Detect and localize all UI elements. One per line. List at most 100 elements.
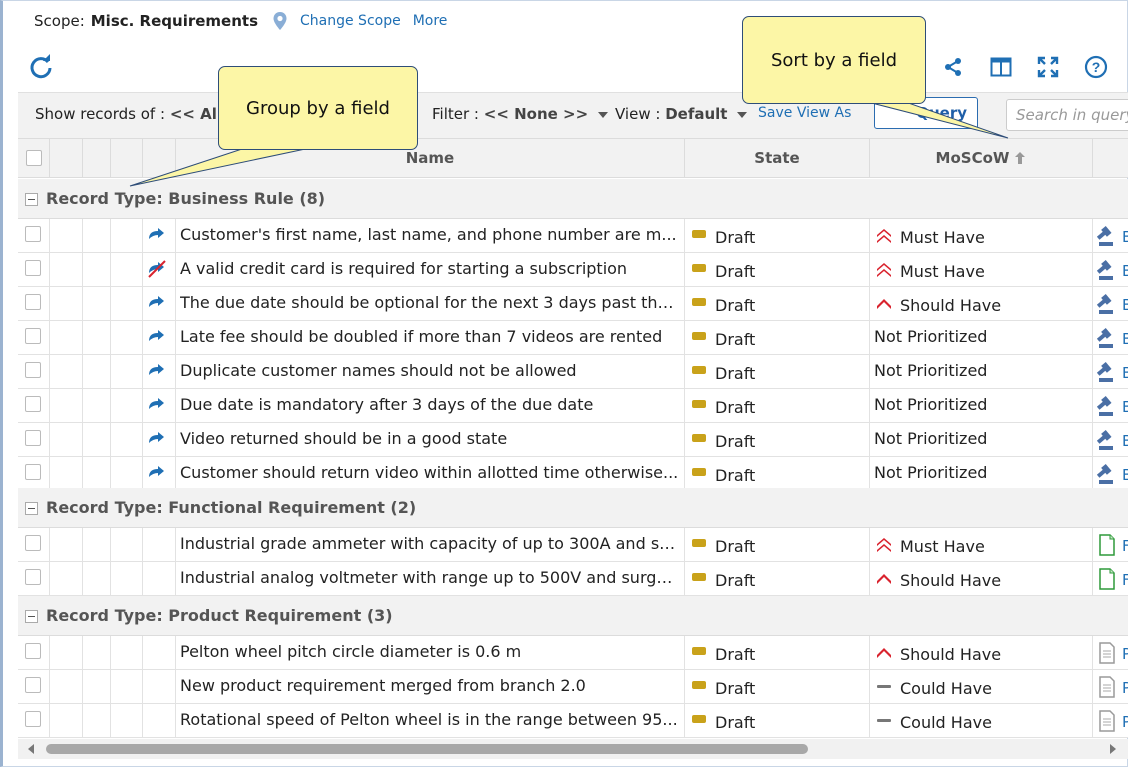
group-row[interactable]: Record Type: Product Requirement (3) [18, 596, 1128, 636]
row-checkbox[interactable] [25, 294, 41, 310]
priority-icon [876, 295, 892, 311]
record-type-link[interactable]: F [1122, 537, 1128, 555]
record-name[interactable]: Pelton wheel pitch circle diameter is 0.… [180, 642, 682, 661]
record-type-link[interactable]: B [1122, 228, 1128, 246]
view-dropdown[interactable]: View : Default [615, 105, 748, 123]
draft-state-icon [692, 715, 706, 723]
record-type-link[interactable]: P [1122, 679, 1128, 697]
record-moscow: Should Have [900, 296, 1002, 315]
record-name[interactable]: Video returned should be in a good state [180, 429, 682, 448]
draft-state-icon [692, 681, 706, 689]
record-type-link[interactable]: B [1122, 296, 1128, 314]
share-icon[interactable] [940, 54, 966, 80]
row-checkbox[interactable] [25, 643, 41, 659]
record-name[interactable]: Late fee should be doubled if more than … [180, 327, 682, 346]
record-type-link[interactable]: P [1122, 645, 1128, 663]
table-row[interactable]: New product requirement merged from bran… [18, 670, 1128, 704]
group-row[interactable]: Record Type: Functional Requirement (2) [18, 488, 1128, 528]
row-checkbox[interactable] [25, 260, 41, 276]
record-state: Draft [715, 364, 756, 383]
table-row[interactable]: Customer's first name, last name, and ph… [18, 219, 1128, 253]
scroll-left-icon[interactable] [28, 744, 34, 754]
refresh-icon[interactable] [28, 54, 54, 80]
table-row[interactable]: Late fee should be doubled if more than … [18, 321, 1128, 355]
record-type-link[interactable]: B [1122, 432, 1128, 450]
column-header-state[interactable]: State [685, 139, 870, 177]
link-icon [146, 395, 168, 415]
record-moscow: Not Prioritized [874, 463, 988, 482]
record-name[interactable]: Rotational speed of Pelton wheel is in t… [180, 710, 682, 729]
record-name[interactable]: Due date is mandatory after 3 days of th… [180, 395, 682, 414]
table-row[interactable]: Customer should return video within allo… [18, 457, 1128, 491]
draft-state-icon [692, 264, 706, 272]
column-header-moscow[interactable]: MoSCoW [870, 139, 1093, 177]
record-name[interactable]: Customer's first name, last name, and ph… [180, 225, 682, 244]
collapse-icon[interactable] [25, 502, 38, 515]
record-name[interactable]: Duplicate customer names should not be a… [180, 361, 682, 380]
table-row[interactable]: Pelton wheel pitch circle diameter is 0.… [18, 636, 1128, 670]
fullscreen-icon[interactable] [1035, 54, 1061, 80]
table-row[interactable]: Video returned should be in a good state… [18, 423, 1128, 457]
group-row[interactable]: Record Type: Business Rule (8) [18, 179, 1128, 219]
draft-state-icon [692, 539, 706, 547]
table-row[interactable]: A valid credit card is required for star… [18, 253, 1128, 287]
select-all-checkbox[interactable] [25, 150, 42, 166]
draft-state-icon [692, 468, 706, 476]
collapse-icon[interactable] [25, 193, 38, 206]
table-row[interactable]: Due date is mandatory after 3 days of th… [18, 389, 1128, 423]
row-checkbox[interactable] [25, 569, 41, 585]
link-icon [146, 361, 168, 381]
table-row[interactable]: Industrial grade ammeter with capacity o… [18, 528, 1128, 562]
table-row[interactable]: Duplicate customer names should not be a… [18, 355, 1128, 389]
row-checkbox[interactable] [25, 535, 41, 551]
record-state: Draft [715, 713, 756, 732]
table-row[interactable]: Industrial analog voltmeter with range u… [18, 562, 1128, 596]
record-moscow: Must Have [900, 228, 985, 247]
row-checkbox[interactable] [25, 711, 41, 727]
more-link[interactable]: More [413, 13, 448, 29]
draft-state-icon [692, 434, 706, 442]
record-name[interactable]: The due date should be optional for the … [180, 293, 682, 312]
scrollbar-thumb[interactable] [46, 744, 808, 754]
record-type-icon [1097, 568, 1117, 590]
record-moscow: Should Have [900, 645, 1002, 664]
row-checkbox[interactable] [25, 677, 41, 693]
record-state: Draft [715, 571, 756, 590]
row-checkbox[interactable] [25, 226, 41, 242]
collapse-icon[interactable] [25, 610, 38, 623]
filter-dropdown[interactable]: Filter : << None >> [432, 105, 609, 123]
table-row[interactable]: Rotational speed of Pelton wheel is in t… [18, 704, 1128, 738]
row-checkbox[interactable] [25, 328, 41, 344]
record-name[interactable]: New product requirement merged from bran… [180, 676, 682, 695]
show-records-control[interactable]: Show records of : << All R [35, 105, 239, 123]
row-checkbox[interactable] [25, 362, 41, 378]
record-type-link[interactable]: B [1122, 262, 1128, 280]
record-type-link[interactable]: B [1122, 364, 1128, 382]
link-icon [146, 293, 168, 313]
scroll-right-icon[interactable] [1110, 744, 1116, 754]
row-checkbox[interactable] [25, 396, 41, 412]
help-icon[interactable]: ? [1083, 54, 1109, 80]
search-input[interactable]: Search in query [1006, 99, 1128, 131]
record-name[interactable]: Industrial grade ammeter with capacity o… [180, 534, 682, 553]
record-name[interactable]: A valid credit card is required for star… [180, 259, 682, 278]
record-type-link[interactable]: P [1122, 713, 1128, 731]
columns-icon[interactable] [988, 54, 1014, 80]
horizontal-scrollbar[interactable] [18, 739, 1128, 759]
priority-icon [876, 570, 892, 586]
record-name[interactable]: Industrial analog voltmeter with range u… [180, 568, 682, 587]
row-checkbox[interactable] [25, 430, 41, 446]
record-type-link[interactable]: B [1122, 398, 1128, 416]
filter-bar: Show records of : << All R Filter : << N… [18, 92, 1128, 138]
record-type-link[interactable]: B [1122, 330, 1128, 348]
record-type-link[interactable]: F [1122, 571, 1128, 589]
table-row[interactable]: The due date should be optional for the … [18, 287, 1128, 321]
select-all-cell [18, 139, 50, 177]
record-moscow: Not Prioritized [874, 361, 988, 380]
map-pin-icon [273, 12, 287, 30]
record-name[interactable]: Customer should return video within allo… [180, 463, 682, 482]
save-view-as-link[interactable]: Save View As [758, 105, 851, 121]
record-type-link[interactable]: B [1122, 466, 1128, 484]
change-scope-link[interactable]: Change Scope [300, 13, 401, 29]
row-checkbox[interactable] [25, 464, 41, 480]
